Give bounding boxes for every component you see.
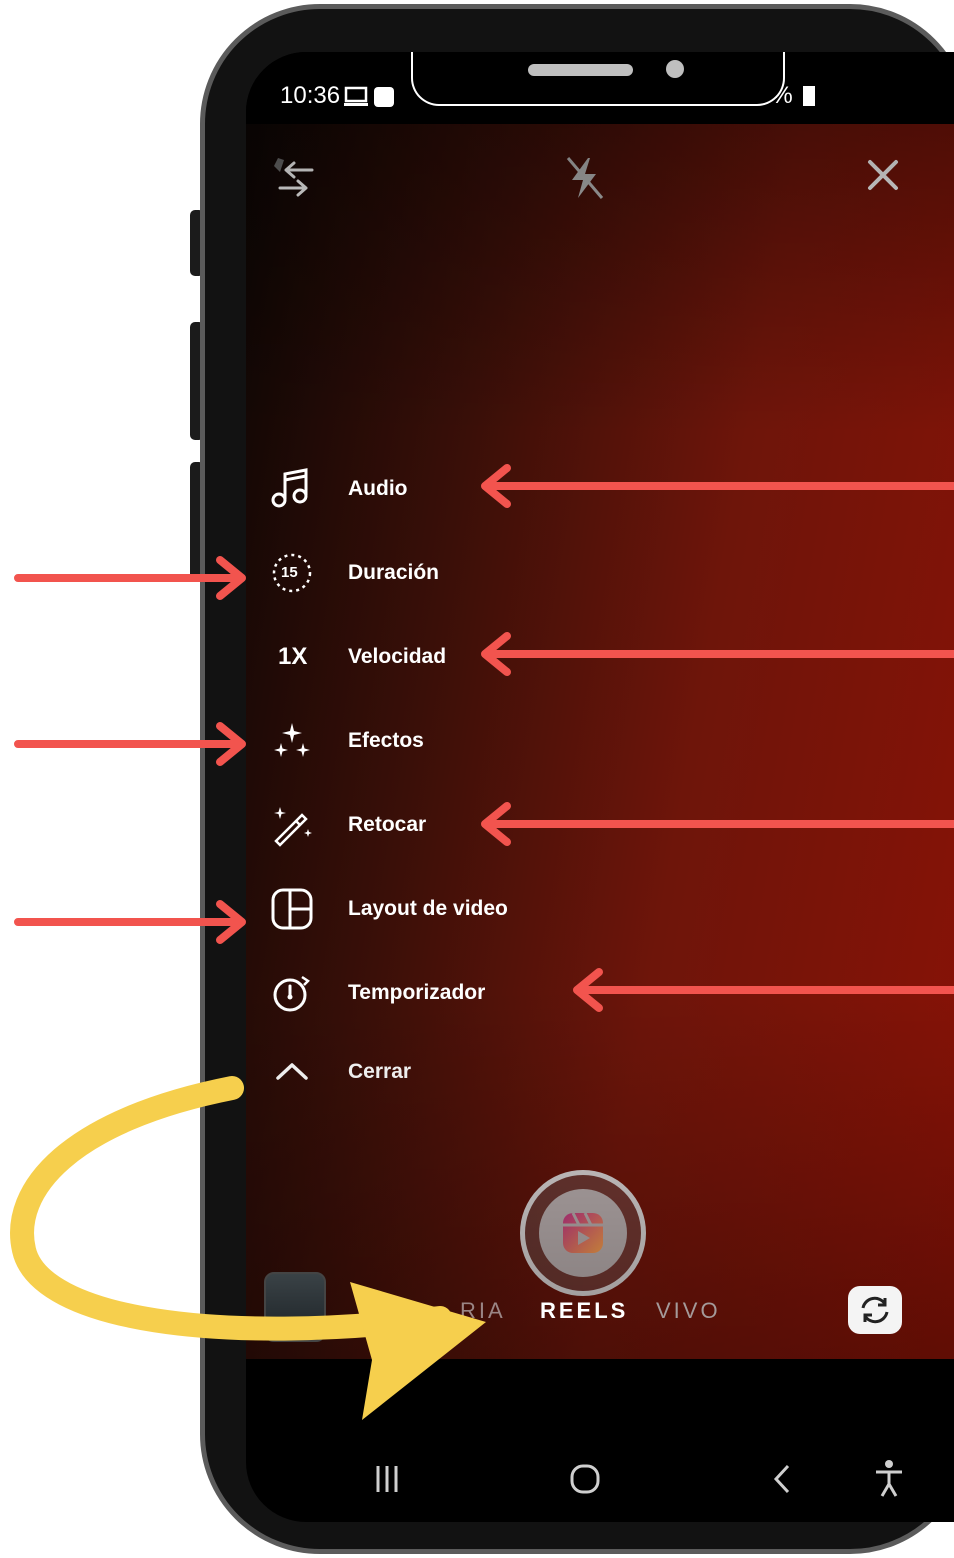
android-nav-bar (246, 1440, 954, 1522)
menu-item-speed[interactable]: 1X Velocidad (268, 633, 568, 683)
menu-item-duration[interactable]: 15 Duración (268, 549, 568, 599)
menu-item-label: Temporizador (348, 981, 486, 1004)
chevron-up-icon (276, 1063, 308, 1080)
flash-off-icon[interactable] (562, 154, 608, 202)
close-icon[interactable] (864, 156, 902, 194)
mode-reels[interactable]: REELS (540, 1298, 628, 1324)
battery-icon (803, 86, 815, 106)
menu-item-timer[interactable]: Temporizador (268, 969, 568, 1019)
duration-timer-icon: 15 (268, 549, 316, 597)
swap-arrows-icon[interactable] (272, 154, 318, 204)
home-icon[interactable] (568, 1462, 602, 1496)
menu-item-label: Efectos (348, 729, 424, 752)
menu-item-label: Retocar (348, 813, 427, 836)
record-button[interactable] (520, 1170, 646, 1296)
back-icon[interactable] (768, 1462, 796, 1496)
notification-icons (344, 86, 394, 107)
flip-camera-button[interactable] (848, 1286, 902, 1334)
menu-item-label: Audio (348, 477, 408, 500)
speed-value: 1X (278, 643, 308, 670)
menu-item-video-layout[interactable]: Layout de video (268, 885, 568, 935)
menu-item-retouch[interactable]: Retocar (268, 801, 568, 851)
front-camera-lens (666, 60, 684, 78)
phone-screen: 10:36 9% (246, 52, 954, 1522)
recents-icon[interactable] (374, 1462, 400, 1496)
mode-story[interactable]: RIA (460, 1298, 506, 1324)
flip-camera-icon (861, 1296, 889, 1324)
menu-item-label: Cerrar (348, 1060, 412, 1083)
speaker-grille (528, 64, 633, 76)
duration-value: 15 (281, 564, 298, 581)
record-button-inner (539, 1189, 627, 1277)
music-note-icon (271, 468, 308, 508)
menu-item-close[interactable]: Cerrar (268, 1048, 568, 1098)
sparkles-icon (274, 723, 310, 757)
menu-item-effects[interactable]: Efectos (268, 717, 568, 767)
magic-wand-icon (274, 807, 312, 847)
layout-grid-icon (271, 888, 313, 930)
status-time: 10:36 (280, 82, 341, 109)
menu-item-audio[interactable]: Audio (268, 465, 568, 515)
accessibility-icon[interactable] (872, 1458, 906, 1498)
reels-icon (563, 1212, 603, 1253)
camera-viewfinder[interactable]: Audio 15 Duración 1X Velocidad Efectos R… (246, 124, 954, 1359)
speed-icon: 1X (268, 633, 316, 681)
camera-notch (411, 52, 785, 106)
menu-item-label: Duración (348, 561, 440, 584)
menu-item-label: Velocidad (348, 645, 447, 668)
menu-item-label: Layout de video (348, 897, 508, 920)
mode-live[interactable]: VIVO (656, 1298, 721, 1324)
stopwatch-icon (273, 975, 310, 1012)
